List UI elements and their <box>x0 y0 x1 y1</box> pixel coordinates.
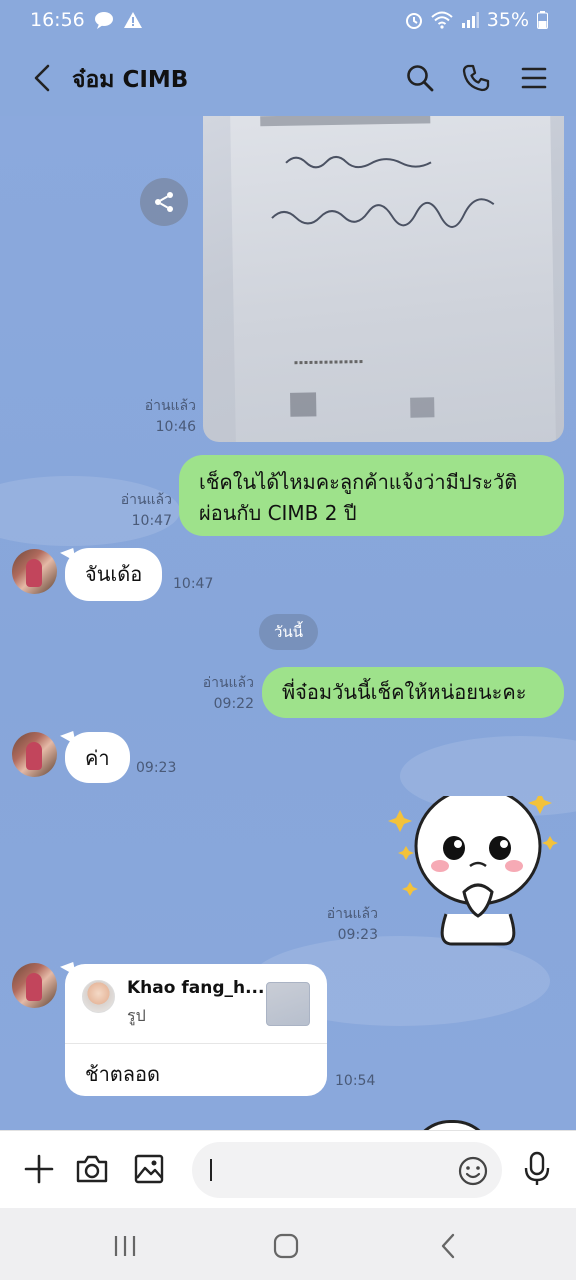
battery-level: 35% <box>486 9 529 31</box>
system-nav-bar <box>0 1208 576 1280</box>
contact-avatar[interactable] <box>12 963 57 1008</box>
camera-icon <box>76 1155 108 1183</box>
share-button[interactable] <box>140 178 188 226</box>
status-bar: 16:56 35% <box>0 0 576 40</box>
alarm-icon <box>405 11 423 29</box>
chat-header: จ๋อม CIMB <box>0 40 576 116</box>
share-icon <box>155 192 173 212</box>
message-text: ค่า <box>85 746 110 770</box>
status-right: 35% <box>405 9 548 31</box>
menu-button[interactable] <box>514 58 554 98</box>
microphone-icon <box>524 1151 550 1185</box>
message-input-bar <box>0 1130 576 1208</box>
emoji-icon <box>458 1156 488 1186</box>
phone-icon <box>462 64 490 92</box>
text-cursor <box>210 1159 212 1181</box>
shared-post-avatar <box>82 980 115 1013</box>
wifi-icon <box>431 11 453 29</box>
shared-post-author: Khao fang_h... <box>127 978 265 998</box>
emoji-button[interactable] <box>456 1154 490 1188</box>
read-receipt: อ่านแล้ว <box>144 398 196 414</box>
message-time: 09:22 <box>213 696 254 712</box>
message-text: ช้าตลอด <box>85 1062 161 1086</box>
photo-read-meta: อ่านแล้ว 10:46 <box>132 396 196 438</box>
contact-avatar[interactable] <box>12 549 57 594</box>
chat-bubble-icon <box>93 10 115 30</box>
message-time: 09:23 <box>337 927 378 943</box>
read-receipt: อ่านแล้ว <box>202 675 254 691</box>
chat-title: จ๋อม CIMB <box>72 67 189 93</box>
incoming-message[interactable]: จันเด้อ <box>65 548 163 601</box>
message-time: 10:47 <box>131 513 172 529</box>
home-button[interactable] <box>256 1226 316 1266</box>
photo-message[interactable] <box>203 116 564 442</box>
warning-icon <box>123 11 143 29</box>
handwriting-image <box>260 116 495 418</box>
out1-meta: อ่านแล้ว 10:47 <box>100 490 172 532</box>
document-photo <box>230 116 556 442</box>
shared-post-type: รูป <box>127 1006 146 1025</box>
image-icon <box>134 1154 164 1184</box>
search-icon <box>407 65 434 92</box>
back-icon <box>441 1233 455 1259</box>
out2-meta: อ่านแล้ว 09:22 <box>180 673 254 715</box>
read-receipt: อ่านแล้ว <box>120 492 172 508</box>
contact-avatar[interactable] <box>12 732 57 777</box>
outgoing-message[interactable]: พี่จ๋อมวันนี้เช็คให้หน่อยนะคะ <box>262 667 564 718</box>
message-text: พี่จ๋อมวันนี้เช็คให้หน่อยนะคะ <box>282 680 527 704</box>
incoming-message[interactable]: ค่า <box>65 732 130 783</box>
message-text: จันเด้อ <box>85 562 143 586</box>
back-button[interactable] <box>24 58 60 98</box>
message-time: 10:54 <box>335 1073 376 1089</box>
search-button[interactable] <box>400 58 440 98</box>
menu-icon <box>521 67 547 89</box>
camera-button[interactable] <box>72 1149 112 1189</box>
message-time: 09:23 <box>136 760 177 776</box>
date-separator: วันนี้ <box>259 614 318 650</box>
signal-icon <box>461 12 479 28</box>
message-text-line: ผ่อนกับ CIMB 2 ปี <box>199 501 357 525</box>
plus-icon <box>24 1154 54 1184</box>
nav-back-button[interactable] <box>418 1226 478 1266</box>
message-time: 10:47 <box>173 576 214 592</box>
recents-button[interactable] <box>95 1226 155 1266</box>
gallery-button[interactable] <box>129 1149 169 1189</box>
shared-post-card[interactable]: Khao fang_h... รูป ช้าตลอด <box>65 964 327 1096</box>
call-button[interactable] <box>456 58 496 98</box>
message-text-line: เช็คในได้ไหมคะลูกค้าแจ้งว่ามีประวัติ <box>199 470 518 494</box>
voice-button[interactable] <box>517 1149 557 1189</box>
recents-icon <box>114 1236 136 1256</box>
chat-area[interactable]: อ่านแล้ว 10:46 อ่านแล้ว 10:47 เช็คในได้ไ… <box>0 116 576 1130</box>
sticker-meta: อ่านแล้ว 09:23 <box>310 904 378 946</box>
sticker-message[interactable] <box>388 786 568 946</box>
sticker-image <box>388 786 558 946</box>
home-icon <box>273 1233 299 1259</box>
read-receipt: อ่านแล้ว <box>326 906 378 922</box>
add-button[interactable] <box>19 1149 59 1189</box>
outgoing-message[interactable]: เช็คในได้ไหมคะลูกค้าแจ้งว่ามีประวัติ ผ่อ… <box>179 455 564 536</box>
battery-icon <box>537 11 548 29</box>
status-time: 16:56 <box>30 9 85 31</box>
status-left: 16:56 <box>30 9 143 31</box>
back-arrow-icon <box>34 64 50 92</box>
shared-post-thumbnail <box>266 982 310 1026</box>
sticker-message-partial[interactable] <box>410 1120 494 1130</box>
message-time: 10:46 <box>155 419 196 435</box>
shared-post-header[interactable]: Khao fang_h... รูป <box>65 964 327 1044</box>
